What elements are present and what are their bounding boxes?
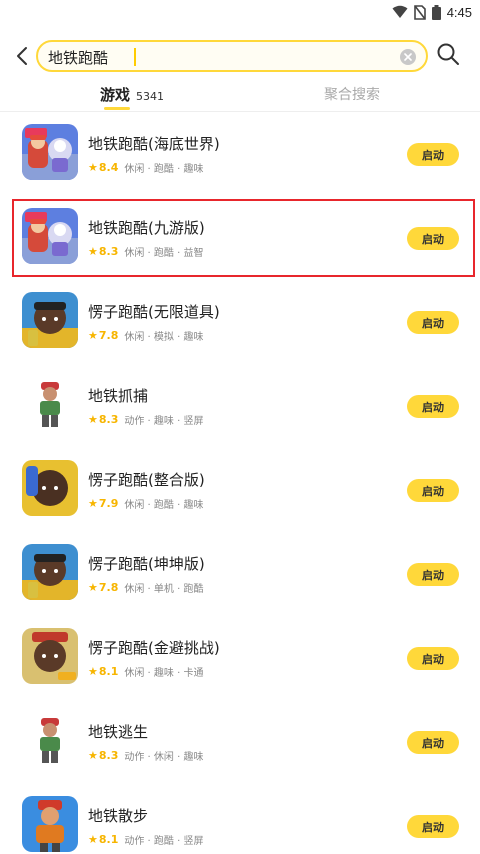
game-list: 地铁跑酷(海底世界) ★ 8.4 休闲 · 跑酷 · 趣味 启动 地铁跑酷(九游… [0, 113, 480, 854]
game-meta: ★ 8.1 动作 · 跑酷 · 竖屏 [88, 832, 203, 847]
status-time: 4:45 [446, 4, 472, 20]
battery-icon [431, 4, 441, 20]
result-tabs: 游戏 5341 聚合搜索 [0, 78, 480, 112]
no-sim-icon [413, 4, 426, 20]
game-title: 地铁散步 [88, 807, 149, 825]
wifi-icon [392, 5, 408, 18]
game-rating: 7.9 [98, 497, 119, 510]
game-title: 愣子跑酷(整合版) [88, 471, 205, 489]
game-tags: 休闲 · 跑酷 · 趣味 [124, 164, 204, 175]
status-bar: 4:45 [0, 0, 480, 24]
game-tags: 动作 · 休闲 · 趣味 [124, 752, 204, 763]
star-icon: ★ [88, 497, 98, 510]
game-title: 地铁跑酷(九游版) [88, 219, 205, 237]
search-header [0, 34, 480, 78]
list-item[interactable]: 愣子跑酷(无限道具) ★ 7.8 休闲 · 模拟 · 趣味 启动 [0, 281, 480, 365]
game-title: 愣子跑酷(坤坤版) [88, 555, 205, 573]
runner-face-icon [22, 544, 78, 600]
game-rating: 7.8 [98, 581, 119, 594]
star-icon: ★ [88, 161, 98, 174]
star-icon: ★ [88, 581, 98, 594]
game-meta: ★ 7.8 休闲 · 单机 · 跑酷 [88, 580, 203, 595]
star-icon: ★ [88, 245, 98, 258]
launch-button[interactable]: 启动 [407, 395, 459, 418]
game-title: 地铁跑酷(海底世界) [88, 135, 220, 153]
game-rating: 8.3 [98, 413, 119, 426]
tab-aggregate-search[interactable]: 聚合搜索 [324, 84, 380, 104]
game-rating: 8.3 [98, 749, 119, 762]
text-caret [134, 48, 136, 66]
game-rating: 8.1 [98, 665, 119, 678]
game-tags: 动作 · 跑酷 · 竖屏 [124, 836, 204, 847]
star-icon: ★ [88, 665, 98, 678]
game-title: 愣子跑酷(无限道具) [88, 303, 220, 321]
list-item[interactable]: 地铁跑酷(九游版) ★ 8.3 休闲 · 跑酷 · 益智 启动 [0, 197, 480, 281]
search-icon [437, 43, 459, 65]
search-box[interactable] [36, 40, 428, 72]
list-item[interactable]: 愣子跑酷(坤坤版) ★ 7.8 休闲 · 单机 · 跑酷 启动 [0, 533, 480, 617]
game-rating: 7.8 [98, 329, 119, 342]
game-tags: 休闲 · 单机 · 跑酷 [124, 584, 204, 595]
back-button[interactable] [10, 42, 34, 70]
star-icon: ★ [88, 833, 98, 846]
list-item[interactable]: 地铁散步 ★ 8.1 动作 · 跑酷 · 竖屏 启动 [0, 785, 480, 854]
search-button[interactable] [436, 42, 460, 66]
game-meta: ★ 7.8 休闲 · 模拟 · 趣味 [88, 328, 203, 343]
list-item[interactable]: 愣子跑酷(整合版) ★ 7.9 休闲 · 跑酷 · 趣味 启动 [0, 449, 480, 533]
list-item[interactable]: 地铁抓捕 ★ 8.3 动作 · 趣味 · 竖屏 启动 [0, 365, 480, 449]
chevron-left-icon [17, 47, 27, 65]
launch-button[interactable]: 启动 [407, 311, 459, 334]
list-item[interactable]: 地铁逃生 ★ 8.3 动作 · 休闲 · 趣味 启动 [0, 701, 480, 785]
runner-character-icon [22, 796, 78, 852]
game-title: 地铁抓捕 [88, 387, 149, 405]
active-tab-indicator [104, 107, 130, 110]
game-meta: ★ 8.3 动作 · 休闲 · 趣味 [88, 748, 203, 763]
game-meta: ★ 8.3 动作 · 趣味 · 竖屏 [88, 412, 203, 427]
game-tags: 休闲 · 趣味 · 卡通 [124, 668, 204, 679]
star-icon: ★ [88, 413, 98, 426]
game-tags: 休闲 · 跑酷 · 趣味 [124, 500, 204, 511]
tab-games[interactable]: 游戏 5341 [100, 84, 164, 105]
launch-button[interactable]: 启动 [407, 563, 459, 586]
game-tags: 动作 · 趣味 · 竖屏 [124, 416, 204, 427]
game-tags: 休闲 · 跑酷 · 益智 [124, 248, 204, 259]
subway-surfers-icon [22, 124, 78, 180]
game-meta: ★ 8.3 休闲 · 跑酷 · 益智 [88, 244, 203, 259]
tab-games-label: 游戏 [100, 86, 131, 104]
game-rating: 8.3 [98, 245, 119, 258]
status-icons: 4:45 [392, 2, 472, 22]
game-tags: 休闲 · 模拟 · 趣味 [124, 332, 204, 343]
star-icon: ★ [88, 749, 98, 762]
list-item[interactable]: 地铁跑酷(海底世界) ★ 8.4 休闲 · 跑酷 · 趣味 启动 [0, 113, 480, 197]
launch-button[interactable]: 启动 [407, 143, 459, 166]
list-item[interactable]: 愣子跑酷(金避挑战) ★ 8.1 休闲 · 趣味 · 卡通 启动 [0, 617, 480, 701]
subway-surfers-icon [22, 208, 78, 264]
launch-button[interactable]: 启动 [407, 815, 459, 838]
launch-button[interactable]: 启动 [407, 227, 459, 250]
game-meta: ★ 8.4 休闲 · 跑酷 · 趣味 [88, 160, 203, 175]
runner-face-icon [22, 460, 78, 516]
launch-button[interactable]: 启动 [407, 731, 459, 754]
runner-character-icon [22, 712, 78, 768]
game-title: 愣子跑酷(金避挑战) [88, 639, 220, 657]
runner-face-icon [22, 292, 78, 348]
game-title: 地铁逃生 [88, 723, 149, 741]
launch-button[interactable]: 启动 [407, 479, 459, 502]
clear-search-button[interactable] [400, 49, 416, 65]
runner-character-icon [22, 376, 78, 432]
game-rating: 8.1 [98, 833, 119, 846]
game-meta: ★ 7.9 休闲 · 跑酷 · 趣味 [88, 496, 203, 511]
launch-button[interactable]: 启动 [407, 647, 459, 670]
game-rating: 8.4 [98, 161, 119, 174]
game-meta: ★ 8.1 休闲 · 趣味 · 卡通 [88, 664, 203, 679]
star-icon: ★ [88, 329, 98, 342]
close-icon [404, 53, 412, 61]
search-input[interactable] [48, 46, 388, 68]
tab-games-count: 5341 [136, 90, 165, 103]
runner-face-icon [22, 628, 78, 684]
